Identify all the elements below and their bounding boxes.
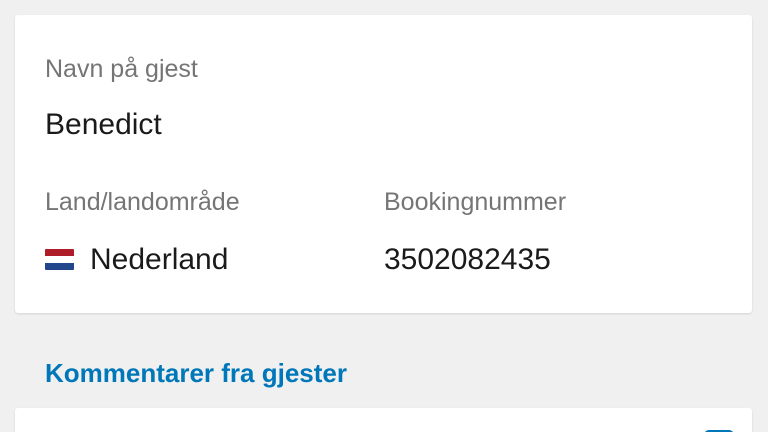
guest-name-label: Navn på gjest <box>45 55 198 83</box>
booking-number-label: Bookingnummer <box>384 188 567 216</box>
guest-comments-heading[interactable]: Kommentarer fra gjester <box>45 358 347 389</box>
country-label: Land/landområde <box>45 188 240 216</box>
booking-number-value: 3502082435 <box>384 243 551 276</box>
netherlands-flag-icon <box>45 249 74 270</box>
flag-stripe-white <box>45 256 74 263</box>
country-value: Nederland <box>90 243 229 276</box>
guest-name-value: Benedict <box>45 108 162 141</box>
guest-comments-card <box>15 408 752 432</box>
flag-stripe-blue <box>45 263 74 270</box>
guest-info-card: Navn på gjest Benedict Land/landområde N… <box>15 15 752 313</box>
flag-stripe-red <box>45 249 74 256</box>
booking-details-screen: Navn på gjest Benedict Land/landområde N… <box>0 0 768 432</box>
